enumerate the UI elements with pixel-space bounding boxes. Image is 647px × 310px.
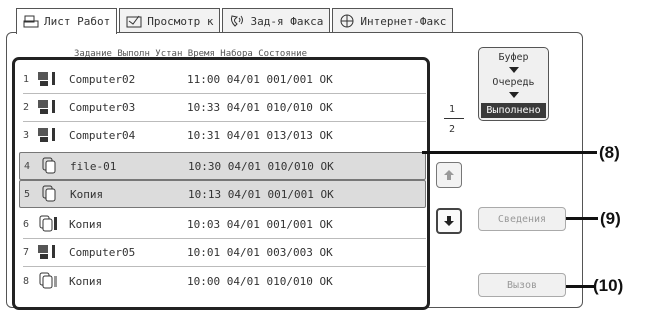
scroll-down-button[interactable] <box>436 208 462 234</box>
tab-bar: Лист Работ Просмотр к Зад-я Факса Интерн… <box>16 8 455 34</box>
callout-line-10 <box>566 285 594 288</box>
job-info: 11:00 04/01 001/001 OK <box>187 72 333 86</box>
row-divider <box>23 266 426 267</box>
copy-icon <box>38 157 62 175</box>
page-divider <box>444 118 464 119</box>
job-info: 10:30 04/01 010/010 OK <box>188 159 334 173</box>
arrow-up-icon <box>444 170 454 180</box>
row-number: 1 <box>23 73 30 85</box>
tab-label: Лист Работ <box>44 15 111 28</box>
callout-line-9 <box>566 217 598 220</box>
row-number: 7 <box>23 246 30 258</box>
job-info: 10:01 04/01 003/003 OK <box>187 245 333 259</box>
job-row[interactable]: 7 Computer05 10:01 04/01 003/003 OK <box>19 239 424 265</box>
computer-icon <box>37 126 61 144</box>
scroll-up-button[interactable] <box>436 162 462 188</box>
job-name: Computer03 <box>69 100 136 114</box>
page-current: 1 <box>449 104 456 115</box>
row-number: 4 <box>24 160 31 172</box>
job-row[interactable]: 1 Computer02 11:00 04/01 001/001 OK <box>19 66 424 92</box>
callout-8: (8) <box>599 143 620 162</box>
mode-queue[interactable]: Очередь <box>479 73 548 92</box>
scan-icon <box>126 14 142 28</box>
job-list: 1 Computer02 11:00 04/01 001/001 OK 2 Co… <box>12 57 430 310</box>
job-row[interactable]: 3 Computer04 10:31 04/01 013/013 OK <box>19 122 424 148</box>
computer-icon <box>37 70 61 88</box>
row-number: 3 <box>23 129 30 141</box>
row-number: 8 <box>23 275 30 287</box>
mode-buffer[interactable]: Буфер <box>479 48 548 67</box>
job-name: Копия <box>69 274 103 288</box>
row-number: 2 <box>23 101 30 113</box>
print-job-icon <box>23 15 39 29</box>
job-name: Computer05 <box>69 245 136 259</box>
callout-line-8 <box>422 151 597 154</box>
computer-icon <box>37 243 61 261</box>
job-info: 10:33 04/01 010/010 OK <box>187 100 333 114</box>
callout-9: (9) <box>600 209 621 228</box>
copy-icon <box>37 272 61 290</box>
tab-fax[interactable]: Зад-я Факса <box>222 8 331 33</box>
job-name: file-01 <box>70 159 117 173</box>
job-row[interactable]: 4 file-01 10:30 04/01 010/010 OK <box>19 152 426 180</box>
details-button[interactable]: Сведения <box>478 207 566 231</box>
internet-fax-icon <box>339 14 355 28</box>
job-row[interactable]: 8 Копия 10:00 04/01 010/010 OK <box>19 268 424 294</box>
job-info: 10:00 04/01 010/010 OK <box>187 274 333 288</box>
job-name: Computer02 <box>69 72 136 86</box>
job-row[interactable]: 5 Копия 10:13 04/01 001/001 OK <box>19 180 426 208</box>
arrow-down-icon <box>444 216 454 226</box>
tab-job-list[interactable]: Лист Работ <box>16 8 118 34</box>
tab-label: Интернет-Факс <box>360 14 447 28</box>
phone-fax-icon <box>229 14 245 28</box>
arrow-down-icon <box>508 92 519 98</box>
tab-label: Зад-я Факса <box>250 14 324 28</box>
job-info: 10:03 04/01 001/001 OK <box>187 217 333 231</box>
tab-label: Просмотр к <box>147 14 214 28</box>
tab-internet-fax[interactable]: Интернет-Факс <box>332 8 454 33</box>
row-number: 5 <box>24 188 31 200</box>
queue-mode-switch[interactable]: Буфер Очередь Выполнено <box>478 47 549 121</box>
copy-icon <box>37 215 61 233</box>
callout-10: (10) <box>593 276 624 295</box>
mode-done[interactable]: Выполнено <box>481 103 546 118</box>
copy-icon <box>38 185 62 203</box>
job-name: Копия <box>70 187 104 201</box>
job-name: Копия <box>69 217 103 231</box>
job-info: 10:13 04/01 001/001 OK <box>188 187 334 201</box>
call-button[interactable]: Вызов <box>478 273 566 297</box>
row-number: 6 <box>23 218 30 230</box>
tab-scan[interactable]: Просмотр к <box>119 8 221 33</box>
job-row[interactable]: 2 Computer03 10:33 04/01 010/010 OK <box>19 94 424 120</box>
job-info: 10:31 04/01 013/013 OK <box>187 128 333 142</box>
job-name: Computer04 <box>69 128 136 142</box>
computer-icon <box>37 98 61 116</box>
page-total: 2 <box>449 124 456 135</box>
job-row[interactable]: 6 Копия 10:03 04/01 001/001 OK <box>19 211 424 237</box>
